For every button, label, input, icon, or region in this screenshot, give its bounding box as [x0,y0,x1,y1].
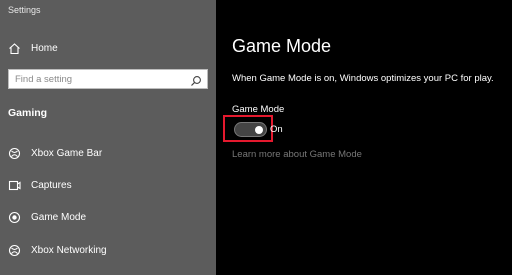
home-icon [8,42,21,55]
learn-more-link[interactable]: Learn more about Game Mode [232,149,362,160]
sidebar-item-label: Xbox Networking [31,244,107,256]
sidebar-item-label: Captures [31,179,72,191]
app-title: Settings [8,5,41,15]
toggle-state-label: On [270,124,283,135]
sidebar-item-game-mode[interactable]: Game Mode [0,203,216,231]
xbox-icon [8,244,21,257]
toggle-knob [255,125,263,134]
sidebar-item-home[interactable]: Home [0,34,216,62]
captures-icon [8,179,21,192]
sidebar-item-label: Home [31,42,58,54]
page-title: Game Mode [232,36,332,56]
sidebar-item-captures[interactable]: Captures [0,171,216,199]
search-box[interactable] [8,69,208,89]
search-icon[interactable] [190,74,202,86]
xbox-icon [8,147,21,160]
sidebar-item-label: Game Mode [31,211,87,223]
sidebar-item-label: Xbox Game Bar [31,147,103,159]
section-header: Gaming [8,107,48,119]
search-input[interactable] [9,70,191,88]
sidebar: Settings Home Gaming Xbox Game Bar [0,0,216,275]
toggle-label: Game Mode [232,104,285,115]
page-description: When Game Mode is on, Windows optimizes … [232,73,494,84]
game-mode-toggle[interactable] [234,122,267,137]
main-content: Game Mode When Game Mode is on, Windows … [216,0,512,275]
sidebar-item-xbox-game-bar[interactable]: Xbox Game Bar [0,139,216,167]
sidebar-item-xbox-networking[interactable]: Xbox Networking [0,236,216,264]
game-mode-icon [8,211,21,224]
